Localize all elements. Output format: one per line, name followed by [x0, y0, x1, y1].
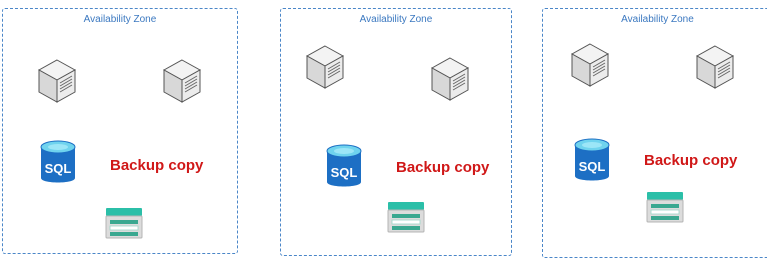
zone-title: Availability Zone [359, 14, 433, 25]
zone-title: Availability Zone [83, 14, 157, 25]
sql-label: SQL [331, 165, 358, 180]
sql-label: SQL [45, 161, 72, 176]
availability-zone-3: Availability Zone SQL Backup copy [542, 8, 767, 258]
sql-database-icon: SQL [326, 143, 362, 189]
availability-zone-1: Availability Zone SQL Backup copy [2, 8, 238, 254]
server-cube-icon [38, 59, 76, 103]
sql-database-icon: SQL [40, 139, 76, 185]
storage-disk-icon [105, 207, 143, 239]
server-cube-icon [163, 59, 201, 103]
sql-database-icon: SQL [574, 137, 610, 183]
backup-copy-label: Backup copy [644, 152, 738, 169]
storage-disk-icon [646, 191, 684, 223]
storage-disk-icon [387, 201, 425, 233]
zone-title: Availability Zone [621, 14, 694, 25]
backup-copy-label: Backup copy [110, 157, 204, 174]
availability-zone-2: Availability Zone SQL Backup copy [280, 8, 512, 256]
sql-label: SQL [579, 159, 606, 174]
server-cube-icon [696, 45, 734, 89]
backup-copy-label: Backup copy [396, 159, 490, 176]
server-cube-icon [431, 57, 469, 101]
server-cube-icon [571, 43, 609, 87]
server-cube-icon [306, 45, 344, 89]
